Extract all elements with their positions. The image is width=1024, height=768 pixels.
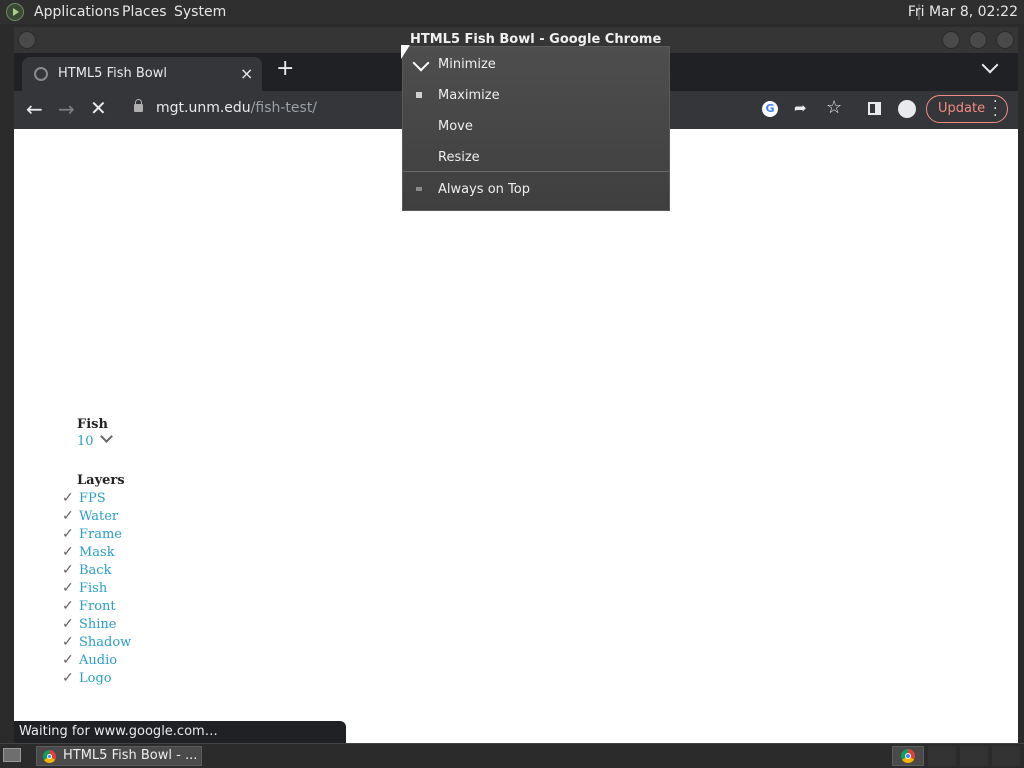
share-icon[interactable]: ➦ <box>794 99 807 117</box>
layer-label: Back <box>79 563 112 578</box>
window-title: HTML5 Fish Bowl - Google Chrome <box>410 32 662 47</box>
checkmark-icon: ✓ <box>62 598 74 614</box>
checkmark-icon: ✓ <box>62 526 74 542</box>
menu-item-maximize[interactable]: Maximize <box>403 80 669 111</box>
minimize-icon <box>412 54 430 72</box>
mouse-pointer-icon <box>401 45 410 59</box>
top-panel: Applications Places System Fri Mar 8, 02… <box>0 0 1024 24</box>
layer-label: Front <box>79 599 116 614</box>
update-button[interactable]: Update · · · <box>926 95 1008 123</box>
menu-item-label: Maximize <box>438 88 500 103</box>
url-path: /fish-test/ <box>250 100 318 116</box>
distro-logo-icon[interactable] <box>6 3 24 21</box>
window-menu-button[interactable] <box>18 31 36 49</box>
checkmark-icon: ✓ <box>62 652 74 668</box>
checkmark-icon: ✓ <box>62 616 74 632</box>
system-menu[interactable]: System <box>174 0 226 24</box>
favicon-icon <box>34 67 48 81</box>
layer-label: Fish <box>79 581 108 596</box>
google-lens-icon[interactable]: G <box>762 101 778 117</box>
applications-menu[interactable]: Applications <box>34 0 120 24</box>
maximize-icon <box>416 92 422 98</box>
chrome-icon <box>43 750 56 763</box>
layer-label: Shadow <box>79 635 132 650</box>
menu-separator <box>403 171 669 172</box>
clock[interactable]: Fri Mar 8, 02:22 <box>908 0 1018 24</box>
layer-label: Logo <box>79 671 112 686</box>
layer-label: Shine <box>79 617 117 632</box>
taskbar: HTML5 Fish Bowl - ... <box>0 743 1024 768</box>
window-context-menu: Minimize Maximize Move Resize Always on … <box>402 46 670 211</box>
minimize-window-button[interactable] <box>942 31 960 49</box>
places-menu[interactable]: Places <box>122 0 167 24</box>
taskbar-window-label: HTML5 Fish Bowl - ... <box>63 748 198 763</box>
show-desktop-icon[interactable] <box>3 748 21 762</box>
menu-item-resize[interactable]: Resize <box>403 142 669 173</box>
stop-loading-icon[interactable]: ✕ <box>90 96 107 120</box>
checkmark-icon: ✓ <box>62 670 74 686</box>
layers-label: Layers <box>77 473 125 488</box>
menu-item-label: Resize <box>438 150 480 165</box>
chevron-down-icon[interactable] <box>100 430 113 443</box>
fish-count-select[interactable]: 10 <box>77 434 94 449</box>
page-content: Fish 10 Layers ✓ FPS ✓ Water ✓ Frame ✓ Mask … <box>14 129 1018 743</box>
more-menu-icon[interactable]: · · · <box>993 95 997 123</box>
layer-label: Audio <box>79 653 118 668</box>
tab-title: HTML5 Fish Bowl <box>58 66 167 81</box>
forward-arrow-icon[interactable]: → <box>58 97 75 121</box>
menu-item-label: Minimize <box>438 57 496 72</box>
layer-label: FPS <box>79 491 106 506</box>
update-label: Update <box>938 101 986 116</box>
tab-fish-bowl[interactable]: HTML5 Fish Bowl × <box>22 57 262 91</box>
menu-item-move[interactable]: Move <box>403 111 669 142</box>
chrome-icon <box>901 749 915 763</box>
url-host: mgt.unm.edu <box>156 100 251 116</box>
checkmark-icon: ✓ <box>62 490 74 506</box>
layer-label: Frame <box>79 527 123 542</box>
layer-label: Water <box>79 509 119 524</box>
checkmark-icon: ✓ <box>62 580 74 596</box>
workspace-slot[interactable] <box>928 746 956 766</box>
tab-search-chevron-icon[interactable] <box>981 56 999 74</box>
layer-label: Mask <box>79 545 115 560</box>
checkbox-icon[interactable] <box>416 187 422 191</box>
workspace-slot[interactable] <box>992 746 1020 766</box>
workspace-slot[interactable] <box>960 746 988 766</box>
lock-icon[interactable] <box>134 99 143 112</box>
menu-item-label: Always on Top <box>438 182 530 197</box>
workspace-chrome-button[interactable] <box>892 746 924 766</box>
checkmark-icon: ✓ <box>62 544 74 560</box>
bookmark-star-icon[interactable]: ☆ <box>826 97 842 118</box>
menu-item-always-on-top[interactable]: Always on Top <box>403 174 669 205</box>
side-panel-icon[interactable] <box>868 102 881 115</box>
profile-avatar-icon[interactable] <box>898 100 916 118</box>
status-text: Waiting for www.google.com… <box>19 724 218 739</box>
tab-close-icon[interactable]: × <box>240 64 253 83</box>
new-tab-button[interactable]: + <box>276 55 294 83</box>
taskbar-window-button[interactable]: HTML5 Fish Bowl - ... <box>36 746 202 766</box>
status-bubble: Waiting for www.google.com… <box>14 721 346 743</box>
menu-item-label: Move <box>438 119 473 134</box>
back-arrow-icon[interactable]: ← <box>26 97 43 121</box>
maximize-window-button[interactable] <box>969 31 987 49</box>
address-bar[interactable]: mgt.unm.edu/fish-test/ <box>156 100 317 116</box>
fish-label: Fish <box>77 417 108 432</box>
checkmark-icon: ✓ <box>62 562 74 578</box>
checkmark-icon: ✓ <box>62 508 74 524</box>
close-window-button[interactable] <box>996 31 1014 49</box>
menu-item-minimize[interactable]: Minimize <box>403 49 669 80</box>
checkmark-icon: ✓ <box>62 634 74 650</box>
